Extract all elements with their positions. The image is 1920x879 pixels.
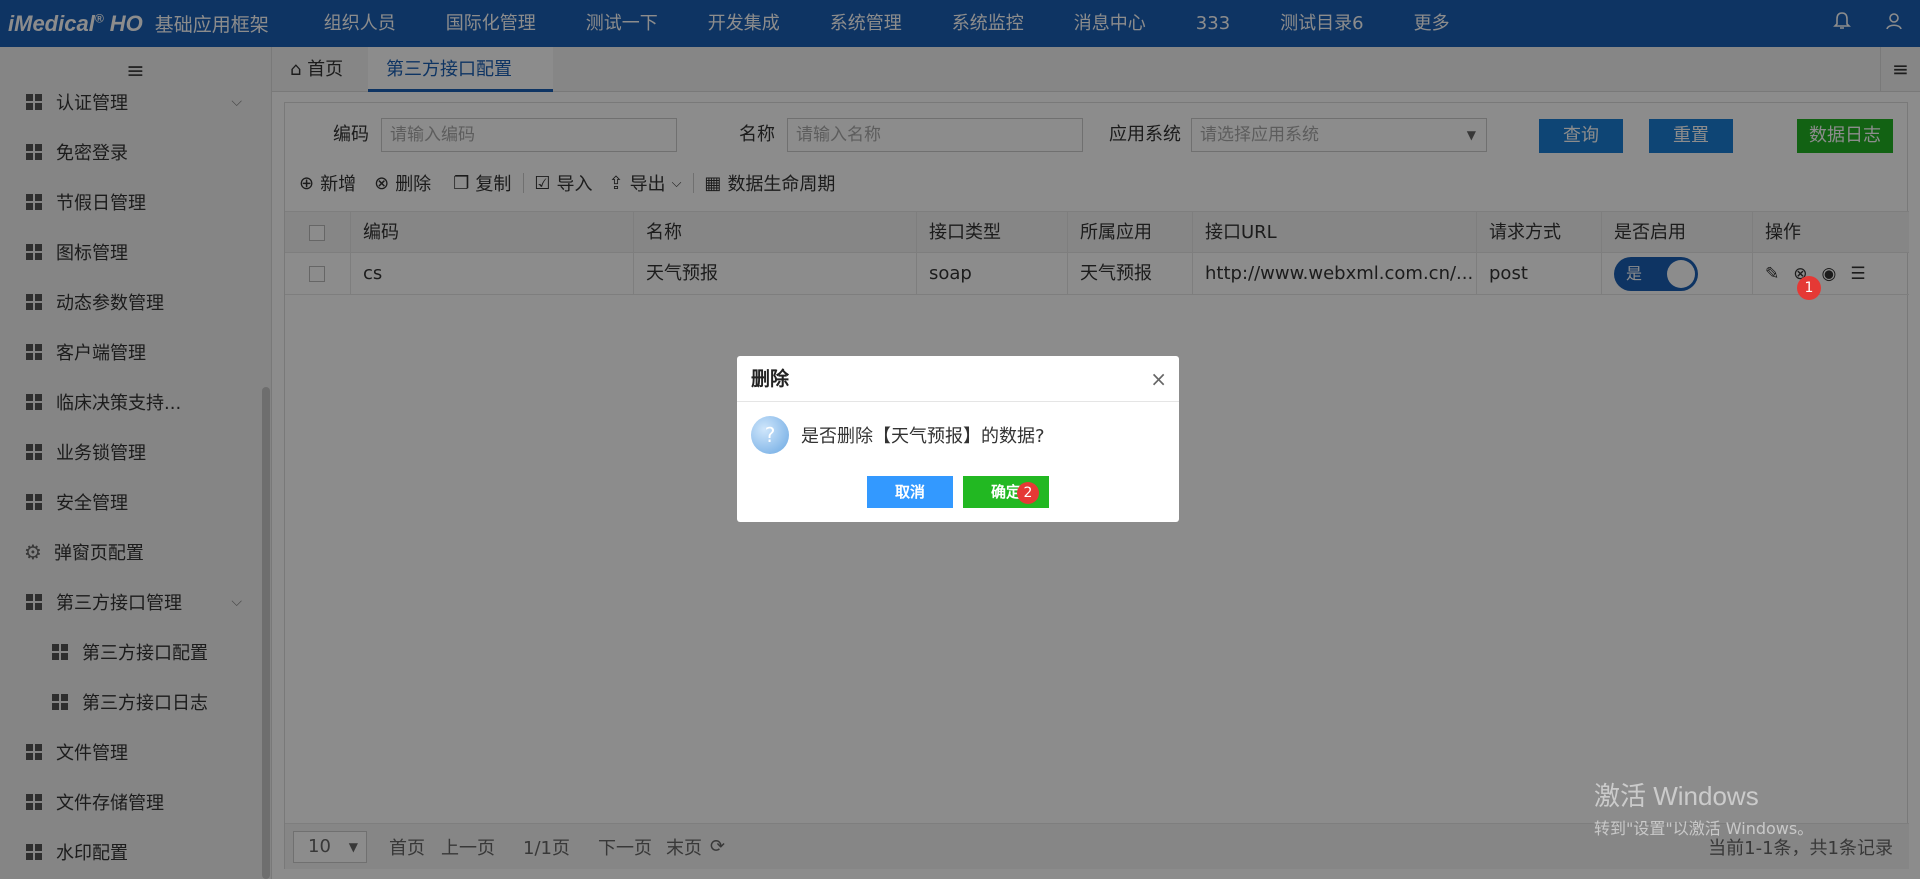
dialog-title: 删除 [751,368,790,390]
step-badge-1: 1 [1797,276,1821,300]
watermark-line-2: 转到"设置"以激活 Windows。 [1594,819,1814,838]
delete-dialog: 删除 × ? 是否删除【天气预报】的数据? 取消 确定 2 [737,356,1179,522]
dialog-body: ? 是否删除【天气预报】的数据? [737,402,1179,468]
cancel-button[interactable]: 取消 [867,476,953,508]
windows-activation-watermark: 激活 Windows 转到"设置"以激活 Windows。 [1594,776,1813,839]
question-icon: ? [751,416,789,454]
step-badge-2: 2 [1017,482,1039,504]
close-icon[interactable]: × [1150,356,1167,402]
dialog-header: 删除 × [737,356,1179,402]
watermark-line-1: 激活 Windows [1594,781,1759,811]
dialog-message: 是否删除【天气预报】的数据? [801,426,1045,447]
